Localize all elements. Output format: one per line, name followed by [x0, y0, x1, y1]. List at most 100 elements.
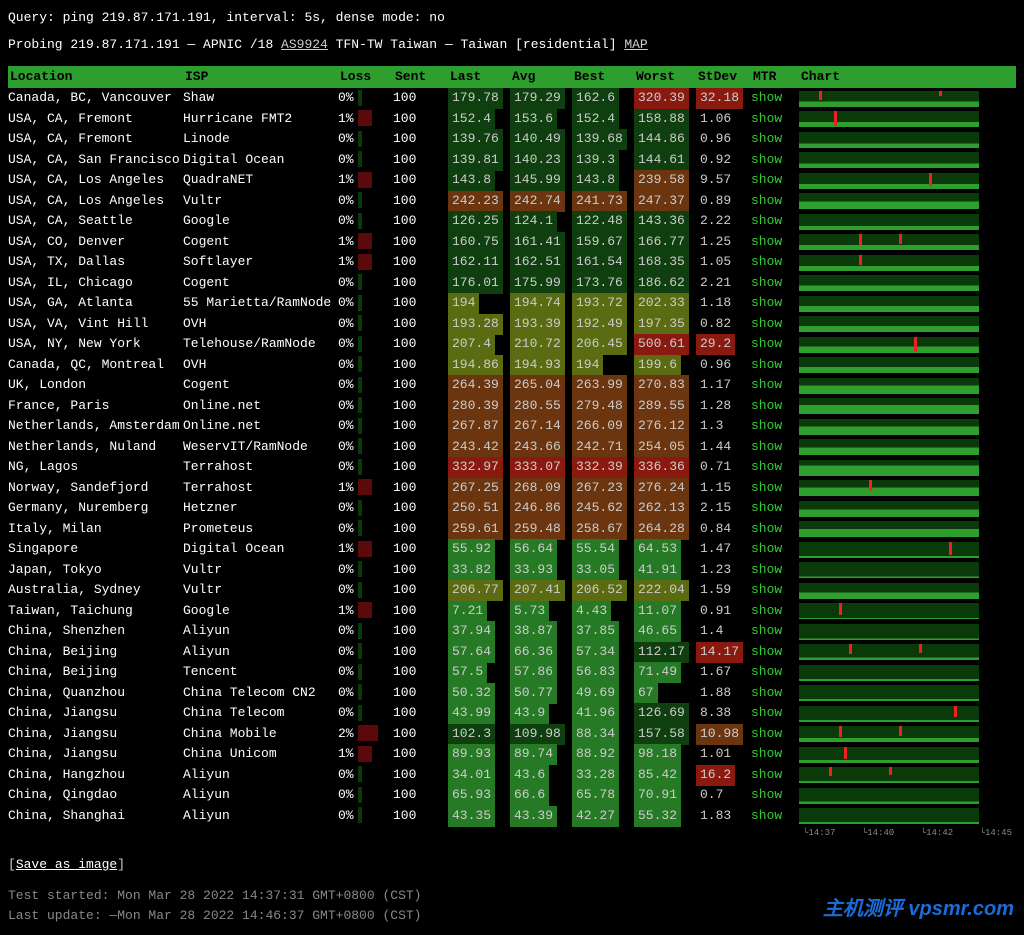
best-cell: 55.54 [572, 539, 634, 560]
table-row: Australia, Sydney Vultr 0% 100 206.77 20… [8, 580, 1016, 601]
mtr-link[interactable]: show [751, 498, 799, 519]
mtr-link[interactable]: show [751, 580, 799, 601]
mtr-link[interactable]: show [751, 191, 799, 212]
mtr-link[interactable]: show [751, 621, 799, 642]
chart-cell [799, 316, 979, 332]
chart-cell [799, 562, 979, 578]
mtr-link[interactable]: show [751, 129, 799, 150]
chart-cell [799, 255, 979, 271]
map-link[interactable]: MAP [624, 37, 647, 52]
table-row: China, Shenzhen Aliyun 0% 100 37.94 38.8… [8, 621, 1016, 642]
mtr-link[interactable]: show [751, 560, 799, 581]
best-cell: 33.05 [572, 560, 634, 581]
save-as-link[interactable]: Save as image [16, 857, 117, 872]
mtr-link[interactable]: show [751, 211, 799, 232]
best-cell: 332.39 [572, 457, 634, 478]
mtr-link[interactable]: show [751, 375, 799, 396]
mtr-link[interactable]: show [751, 765, 799, 786]
stdev-cell: 1.3 [696, 416, 751, 437]
mtr-link[interactable]: show [751, 252, 799, 273]
mtr-link[interactable]: show [751, 314, 799, 335]
mtr-link[interactable]: show [751, 539, 799, 560]
chart-cell [799, 419, 979, 435]
loss-cell: 0% [338, 375, 393, 396]
chart-cell [799, 624, 979, 640]
last-cell: 242.23 [448, 191, 510, 212]
avg-cell: 161.41 [510, 232, 572, 253]
loss-cell: 0% [338, 683, 393, 704]
location-cell: USA, CO, Denver [8, 232, 183, 253]
mtr-link[interactable]: show [751, 703, 799, 724]
stdev-cell: 0.84 [696, 519, 751, 540]
mtr-link[interactable]: show [751, 457, 799, 478]
isp-cell: Aliyun [183, 642, 338, 663]
location-cell: China, Beijing [8, 642, 183, 663]
mtr-link[interactable]: show [751, 785, 799, 806]
mtr-link[interactable]: show [751, 334, 799, 355]
mtr-link[interactable]: show [751, 396, 799, 417]
isp-cell: Terrahost [183, 457, 338, 478]
save-as-image[interactable]: [Save as image] [8, 855, 1016, 876]
stdev-cell: 16.2 [696, 765, 751, 786]
stdev-cell: 1.01 [696, 744, 751, 765]
sent-cell: 100 [393, 785, 448, 806]
mtr-link[interactable]: show [751, 744, 799, 765]
mtr-link[interactable]: show [751, 150, 799, 171]
loss-cell: 0% [338, 211, 393, 232]
mtr-link[interactable]: show [751, 273, 799, 294]
mtr-link[interactable]: show [751, 170, 799, 191]
chart-cell [799, 91, 979, 107]
worst-cell: 158.88 [634, 109, 696, 130]
mtr-link[interactable]: show [751, 601, 799, 622]
sent-cell: 100 [393, 170, 448, 191]
location-cell: USA, NY, New York [8, 334, 183, 355]
sent-cell: 100 [393, 314, 448, 335]
loss-cell: 0% [338, 785, 393, 806]
isp-cell: Terrahost [183, 478, 338, 499]
sent-cell: 100 [393, 457, 448, 478]
mtr-link[interactable]: show [751, 293, 799, 314]
mtr-link[interactable]: show [751, 724, 799, 745]
isp-cell: Aliyun [183, 785, 338, 806]
mtr-link[interactable]: show [751, 642, 799, 663]
isp-cell: Prometeus [183, 519, 338, 540]
location-cell: NG, Lagos [8, 457, 183, 478]
last-cell: 7.21 [448, 601, 510, 622]
best-cell: 42.27 [572, 806, 634, 827]
loss-cell: 0% [338, 703, 393, 724]
worst-cell: 199.6 [634, 355, 696, 376]
mtr-link[interactable]: show [751, 437, 799, 458]
as-link[interactable]: AS9924 [281, 37, 328, 52]
last-cell: 34.01 [448, 765, 510, 786]
isp-cell: China Mobile [183, 724, 338, 745]
table-row: Canada, BC, Vancouver Shaw 0% 100 179.78… [8, 88, 1016, 109]
last-cell: 194.86 [448, 355, 510, 376]
mtr-link[interactable]: show [751, 355, 799, 376]
isp-cell: Google [183, 601, 338, 622]
loss-cell: 0% [338, 355, 393, 376]
mtr-link[interactable]: show [751, 662, 799, 683]
mtr-link[interactable]: show [751, 232, 799, 253]
chart-cell [799, 644, 979, 660]
worst-cell: 270.83 [634, 375, 696, 396]
isp-cell: Shaw [183, 88, 338, 109]
mtr-link[interactable]: show [751, 806, 799, 827]
location-cell: China, Beijing [8, 662, 183, 683]
loss-cell: 0% [338, 765, 393, 786]
mtr-link[interactable]: show [751, 683, 799, 704]
isp-cell: Tencent [183, 662, 338, 683]
mtr-link[interactable]: show [751, 416, 799, 437]
avg-cell: 57.86 [510, 662, 572, 683]
loss-cell: 0% [338, 498, 393, 519]
avg-cell: 268.09 [510, 478, 572, 499]
best-cell: 242.71 [572, 437, 634, 458]
mtr-link[interactable]: show [751, 88, 799, 109]
isp-cell: Vultr [183, 560, 338, 581]
loss-cell: 0% [338, 662, 393, 683]
chart-cell [799, 234, 979, 250]
avg-cell: 194.93 [510, 355, 572, 376]
mtr-link[interactable]: show [751, 478, 799, 499]
mtr-link[interactable]: show [751, 519, 799, 540]
mtr-link[interactable]: show [751, 109, 799, 130]
last-cell: 33.82 [448, 560, 510, 581]
